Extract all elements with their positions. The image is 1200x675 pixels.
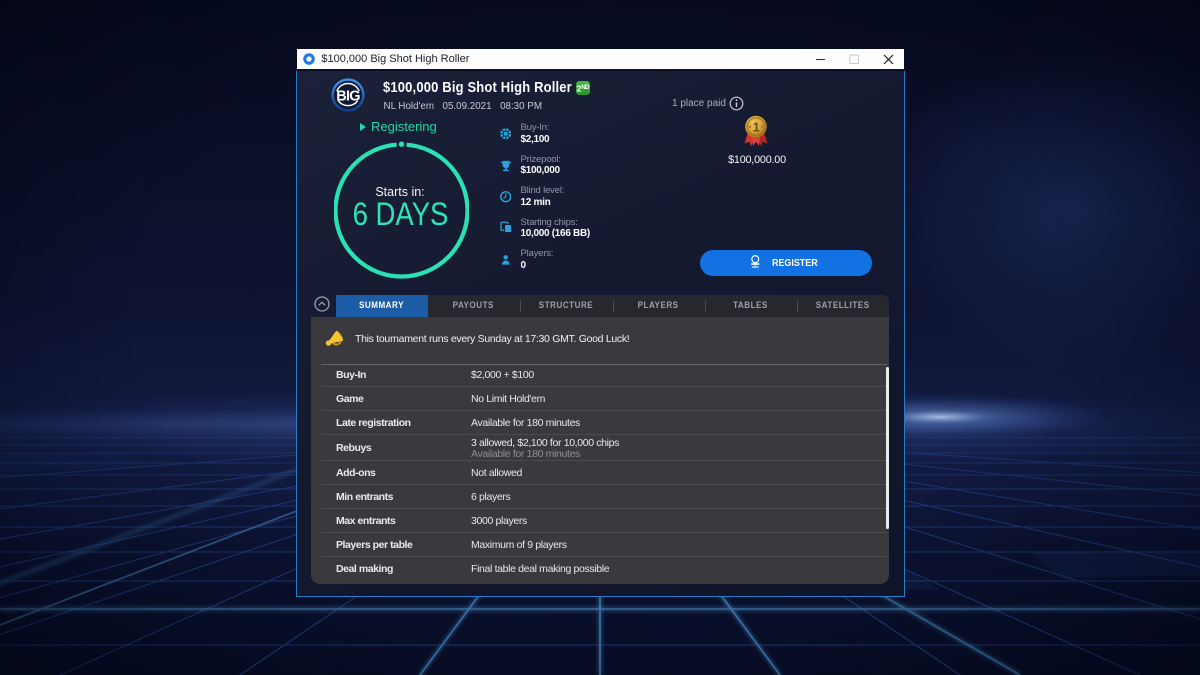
svg-text:BIG: BIG xyxy=(336,89,360,105)
svg-text:1: 1 xyxy=(753,119,760,134)
